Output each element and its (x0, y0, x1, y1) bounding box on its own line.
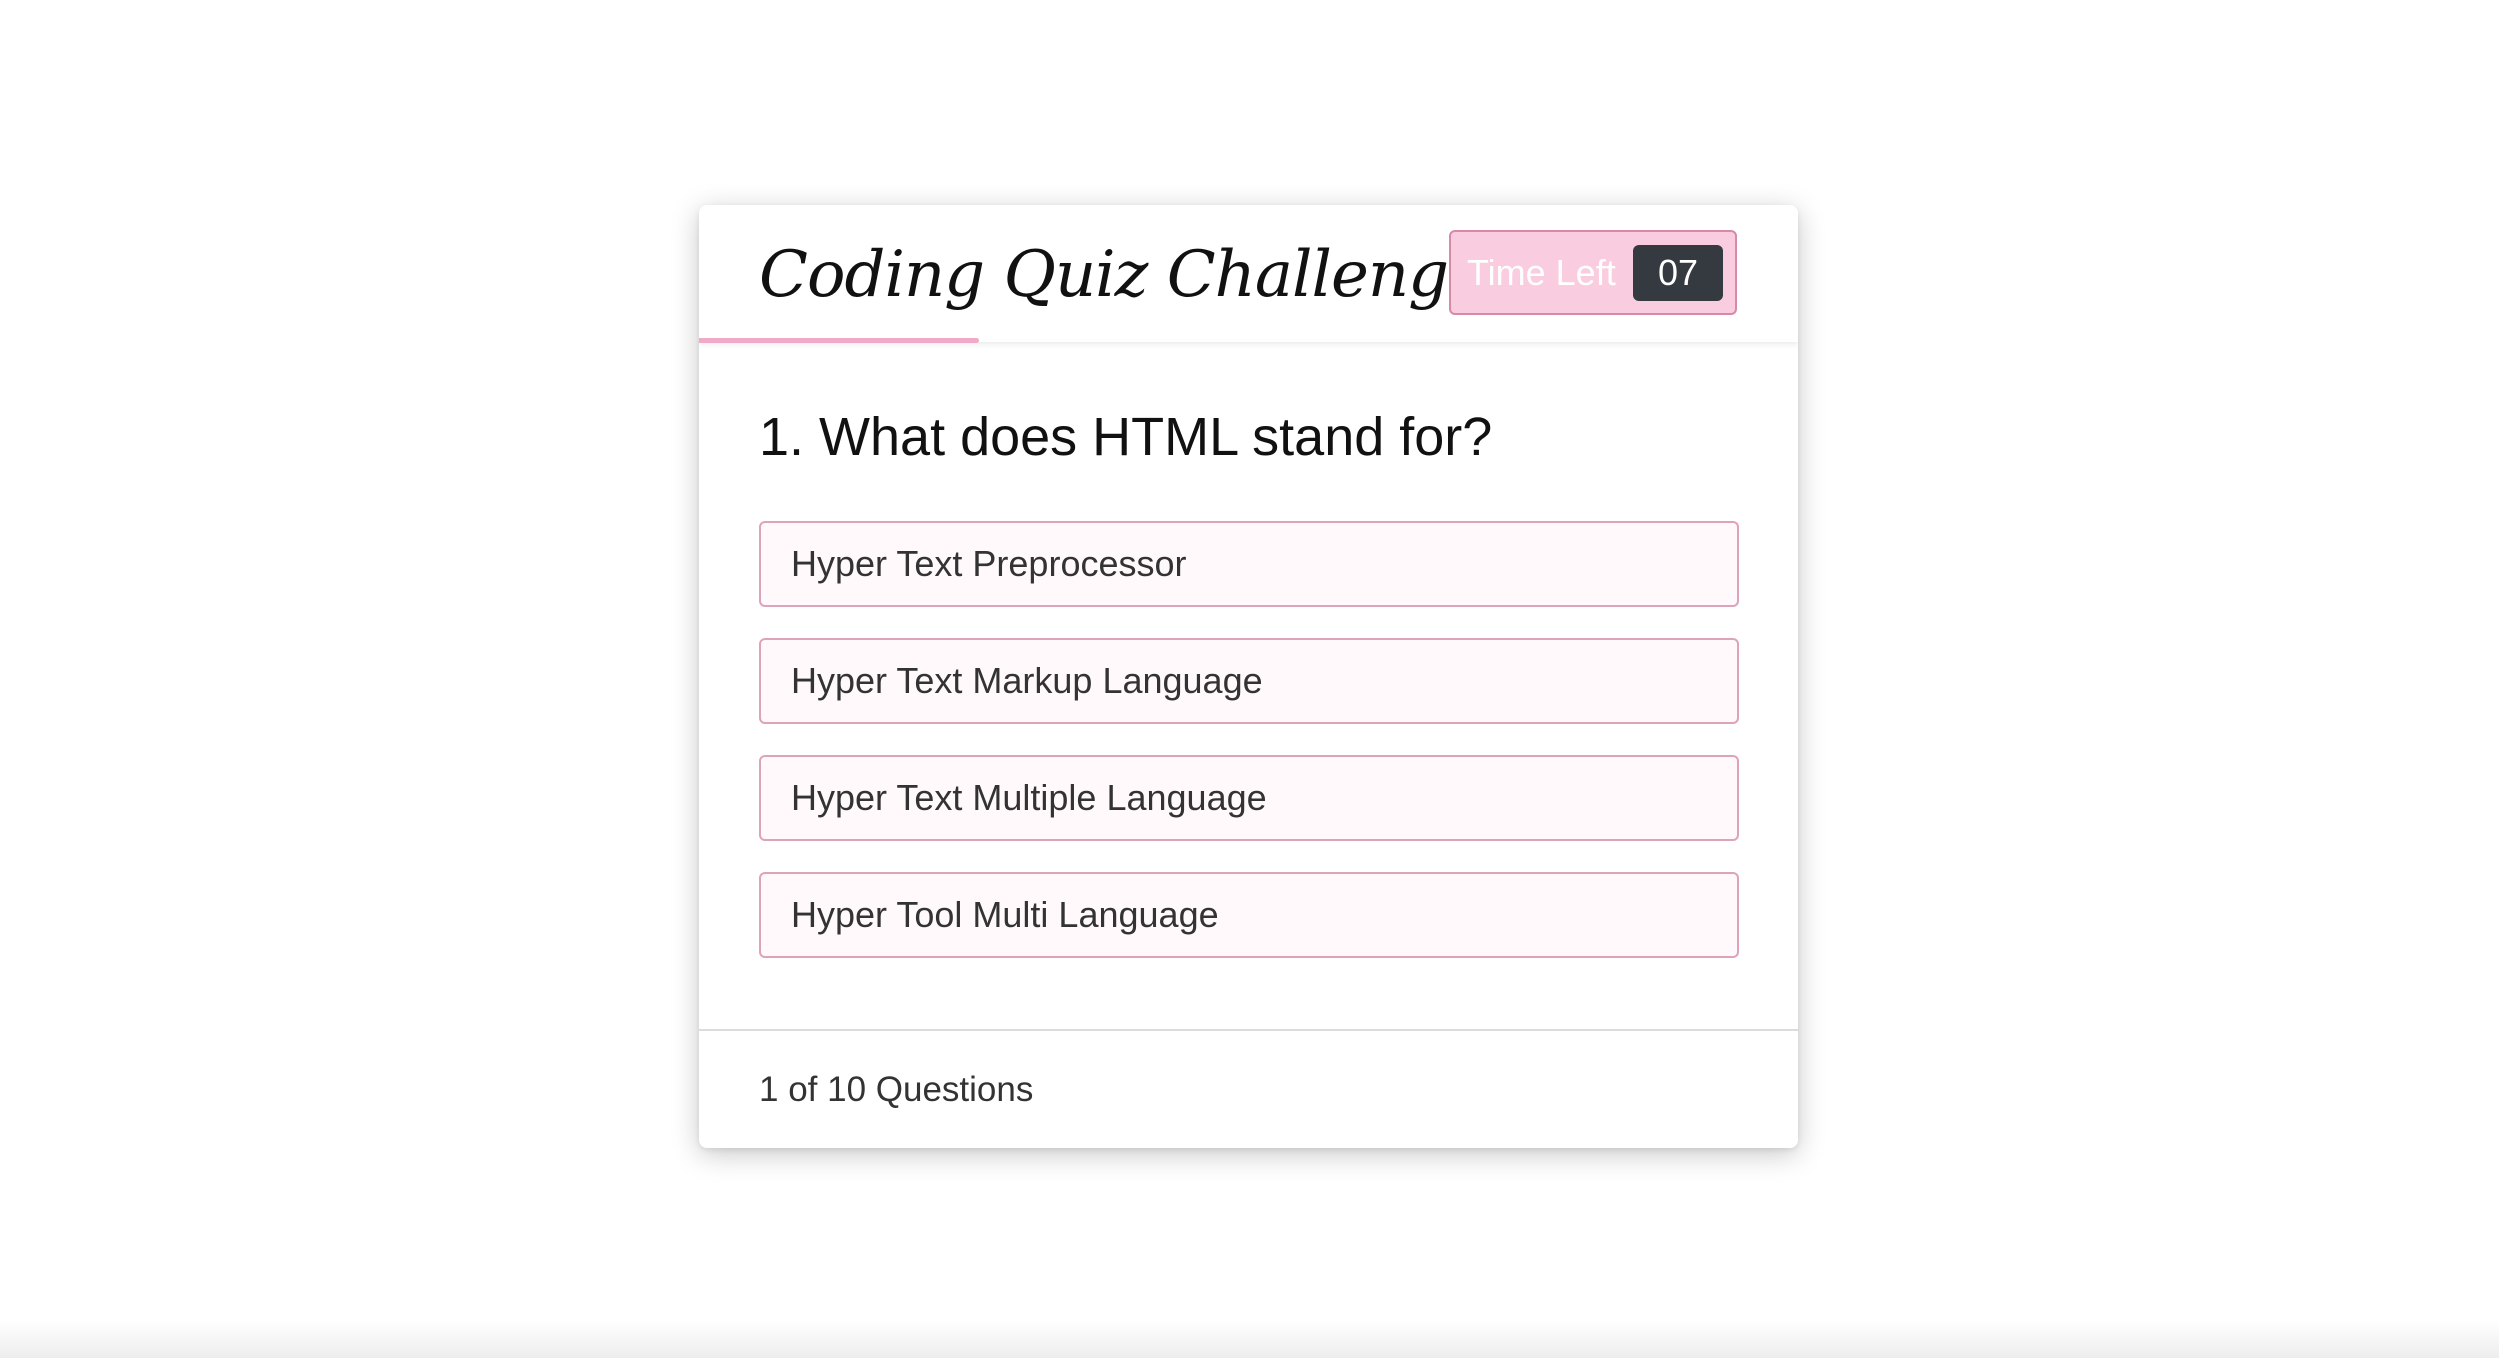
option-4[interactable]: Hyper Tool Multi Language (759, 872, 1739, 958)
option-1[interactable]: Hyper Text Preprocessor (759, 521, 1739, 607)
question-area: 1. What does HTML stand for? Hyper Text … (759, 395, 1739, 989)
window-bottom-shade (0, 1320, 2499, 1358)
timer-box: Time Left 07 (1449, 230, 1737, 315)
option-3[interactable]: Hyper Text Multiple Language (759, 755, 1739, 841)
question-counter: 1 of 10 Questions (759, 1070, 1034, 1109)
question-text: 1. What does HTML stand for? (759, 407, 1493, 467)
option-2[interactable]: Hyper Text Markup Language (759, 638, 1739, 724)
option-list: Hyper Text Preprocessor Hyper Text Marku… (759, 521, 1739, 958)
timer-label: Time Left (1467, 252, 1616, 293)
quiz-title: Coding Quiz Challenge (759, 238, 1486, 312)
quiz-card: Coding Quiz Challenge Time Left 07 1. Wh… (699, 205, 1798, 1148)
time-progress-line (699, 338, 979, 343)
timer-value: 07 (1633, 245, 1723, 301)
quiz-header: Coding Quiz Challenge Time Left 07 (699, 205, 1798, 343)
